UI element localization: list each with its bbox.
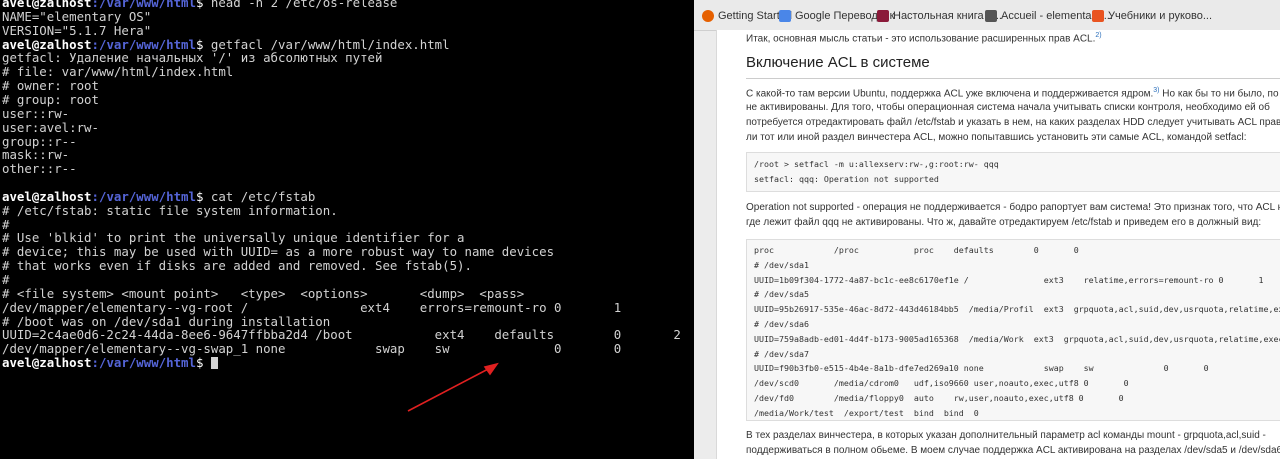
terminal-output-line: /dev/mapper/elementary--vg-root / ext4 e… (2, 299, 622, 315)
code-line: /dev/fd0 /media/floppy0 auto rw,user,noa… (754, 393, 1124, 403)
code-block-setfacl: /root > setfacl -m u:allexserv:rw-,g:roo… (746, 152, 1280, 192)
terminal-output-line: # (2, 272, 10, 287)
bookmark-favicon-icon (985, 10, 997, 22)
bookmark-favicon-icon (877, 10, 889, 22)
heading-divider (746, 78, 1280, 79)
code-line: UUID=95b26917-535e-46ac-8d72-443d46184bb… (754, 304, 1280, 315)
terminal-output-line: # that works even if disks are added and… (2, 258, 472, 274)
code-block-fstab: proc /proc proc defaults 0 0 # /dev/sda1 U… (746, 239, 1280, 421)
prompt-symbol: $ (195, 188, 211, 204)
paragraph-line: поддерживаться в полном обьеме. В моем с… (746, 445, 1280, 456)
code-line: # /dev/sda5 (754, 289, 809, 300)
terminal-output-line: # <file system> <mount point> <type> <op… (2, 285, 525, 301)
code-line: UUID=1b09f304-1772-4a87-bc1c-ee8c6170ef1… (754, 274, 1264, 285)
paragraph-tail: Но как бы то ни было, по ум (1159, 88, 1280, 100)
paragraph-line: В тех разделах винчестера, в которых ука… (746, 430, 1266, 441)
prompt-symbol: $ (195, 355, 211, 371)
prompt-user: avel@zalhost (2, 355, 92, 371)
command-text: cat /etc/fstab (210, 188, 316, 204)
prompt-user: avel@zalhost (2, 188, 92, 204)
code-line: # /dev/sda1 (754, 259, 809, 270)
bookmark-favicon-icon (1092, 10, 1104, 22)
paragraph-line: потребуется отредактировать файл /etc/fs… (746, 117, 1280, 128)
code-line: # /dev/sda6 (754, 319, 809, 329)
code-line: UUID=f90b3fb0-e515-4b4e-8a1b-dfe7ed269a1… (754, 363, 1209, 374)
terminal-output-line: # owner: root (2, 78, 99, 94)
code-line: proc /proc proc defaults 0 0 (754, 245, 1079, 255)
bookmark-item[interactable]: Настольная книга а... (877, 8, 1002, 24)
terminal-output-line: # group: root (2, 91, 99, 107)
intro-sentence: Итак, основная мысль статьи - это исполь… (746, 33, 1096, 45)
browser-window: Getting Started Google Переводчик Настольн… (694, 0, 1280, 459)
paragraph-line: ли тот или иной раздел винчестера ACL, м… (746, 132, 1247, 143)
command-text: head -n 2 /etc/os-release (210, 0, 398, 10)
paragraph-line: где лежит файл qqq не активированы. Что … (746, 217, 1262, 228)
prompt-path: :/var/www/html (91, 36, 196, 52)
bookmark-label: Учебники и руково... (1108, 10, 1213, 22)
code-line: /media/Work/test /export/test bind bind … (754, 407, 979, 418)
intro-text: Итак, основная мысль статьи - это исполь… (746, 32, 1102, 44)
section-heading: Включение ACL в системе (746, 54, 930, 71)
terminal-output-line: NAME="elementary OS" (2, 8, 152, 24)
footnote-ref[interactable]: 2) (1095, 32, 1101, 39)
prompt-symbol: $ (195, 0, 211, 10)
command-text: getfacl /var/www/html/index.html (210, 36, 450, 52)
terminal-output-line: # /etc/fstab: static file system informa… (2, 202, 338, 218)
prompt-user: avel@zalhost (2, 36, 92, 52)
code-line: # /dev/sda7 (754, 348, 809, 359)
paragraph-line: не активированы. Для того, чтобы операци… (746, 102, 1270, 113)
paragraph-line: Operation not supported - операция не по… (746, 202, 1280, 213)
prompt-path: :/var/www/html (91, 188, 196, 204)
prompt-symbol: $ (195, 36, 211, 52)
bookmark-favicon-icon (779, 10, 791, 22)
terminal-prompt-line: avel@zalhost:/var/www/html$ cat /etc/fst… (2, 188, 316, 204)
terminal-window[interactable]: avel@zalhost:/var/www/html$ head -n 2 /e… (0, 0, 694, 459)
terminal-output-line: user:avel:rw- (2, 119, 99, 135)
code-line: setfacl: qqq: Operation not supported (754, 174, 939, 184)
prompt-path: :/var/www/html (91, 355, 196, 371)
bookmark-favicon-icon (702, 10, 714, 22)
article-page[interactable]: Итак, основная мысль статьи - это исполь… (716, 30, 1280, 459)
terminal-cursor (210, 357, 218, 370)
terminal-output-line: user::rw- (2, 105, 70, 121)
code-line: /dev/scd0 /media/cdrom0 udf,iso9660 user… (754, 378, 1129, 389)
code-line: /root > setfacl -m u:allexserv:rw-,g:roo… (754, 159, 999, 169)
terminal-output-line: other::r-- (2, 161, 77, 177)
code-line: UUID=759a8adb-ed01-4d4f-b173-9005ad16536… (754, 333, 1280, 344)
paragraph-line: С какой-то там версии Ubuntu, поддержка … (746, 87, 1280, 99)
terminal-prompt-line: avel@zalhost:/var/www/html$ (2, 356, 218, 370)
bookmark-item[interactable]: Учебники и руково... (1092, 8, 1212, 24)
bookmarks-bar: Getting Started Google Переводчик Настольн… (694, 0, 1280, 31)
